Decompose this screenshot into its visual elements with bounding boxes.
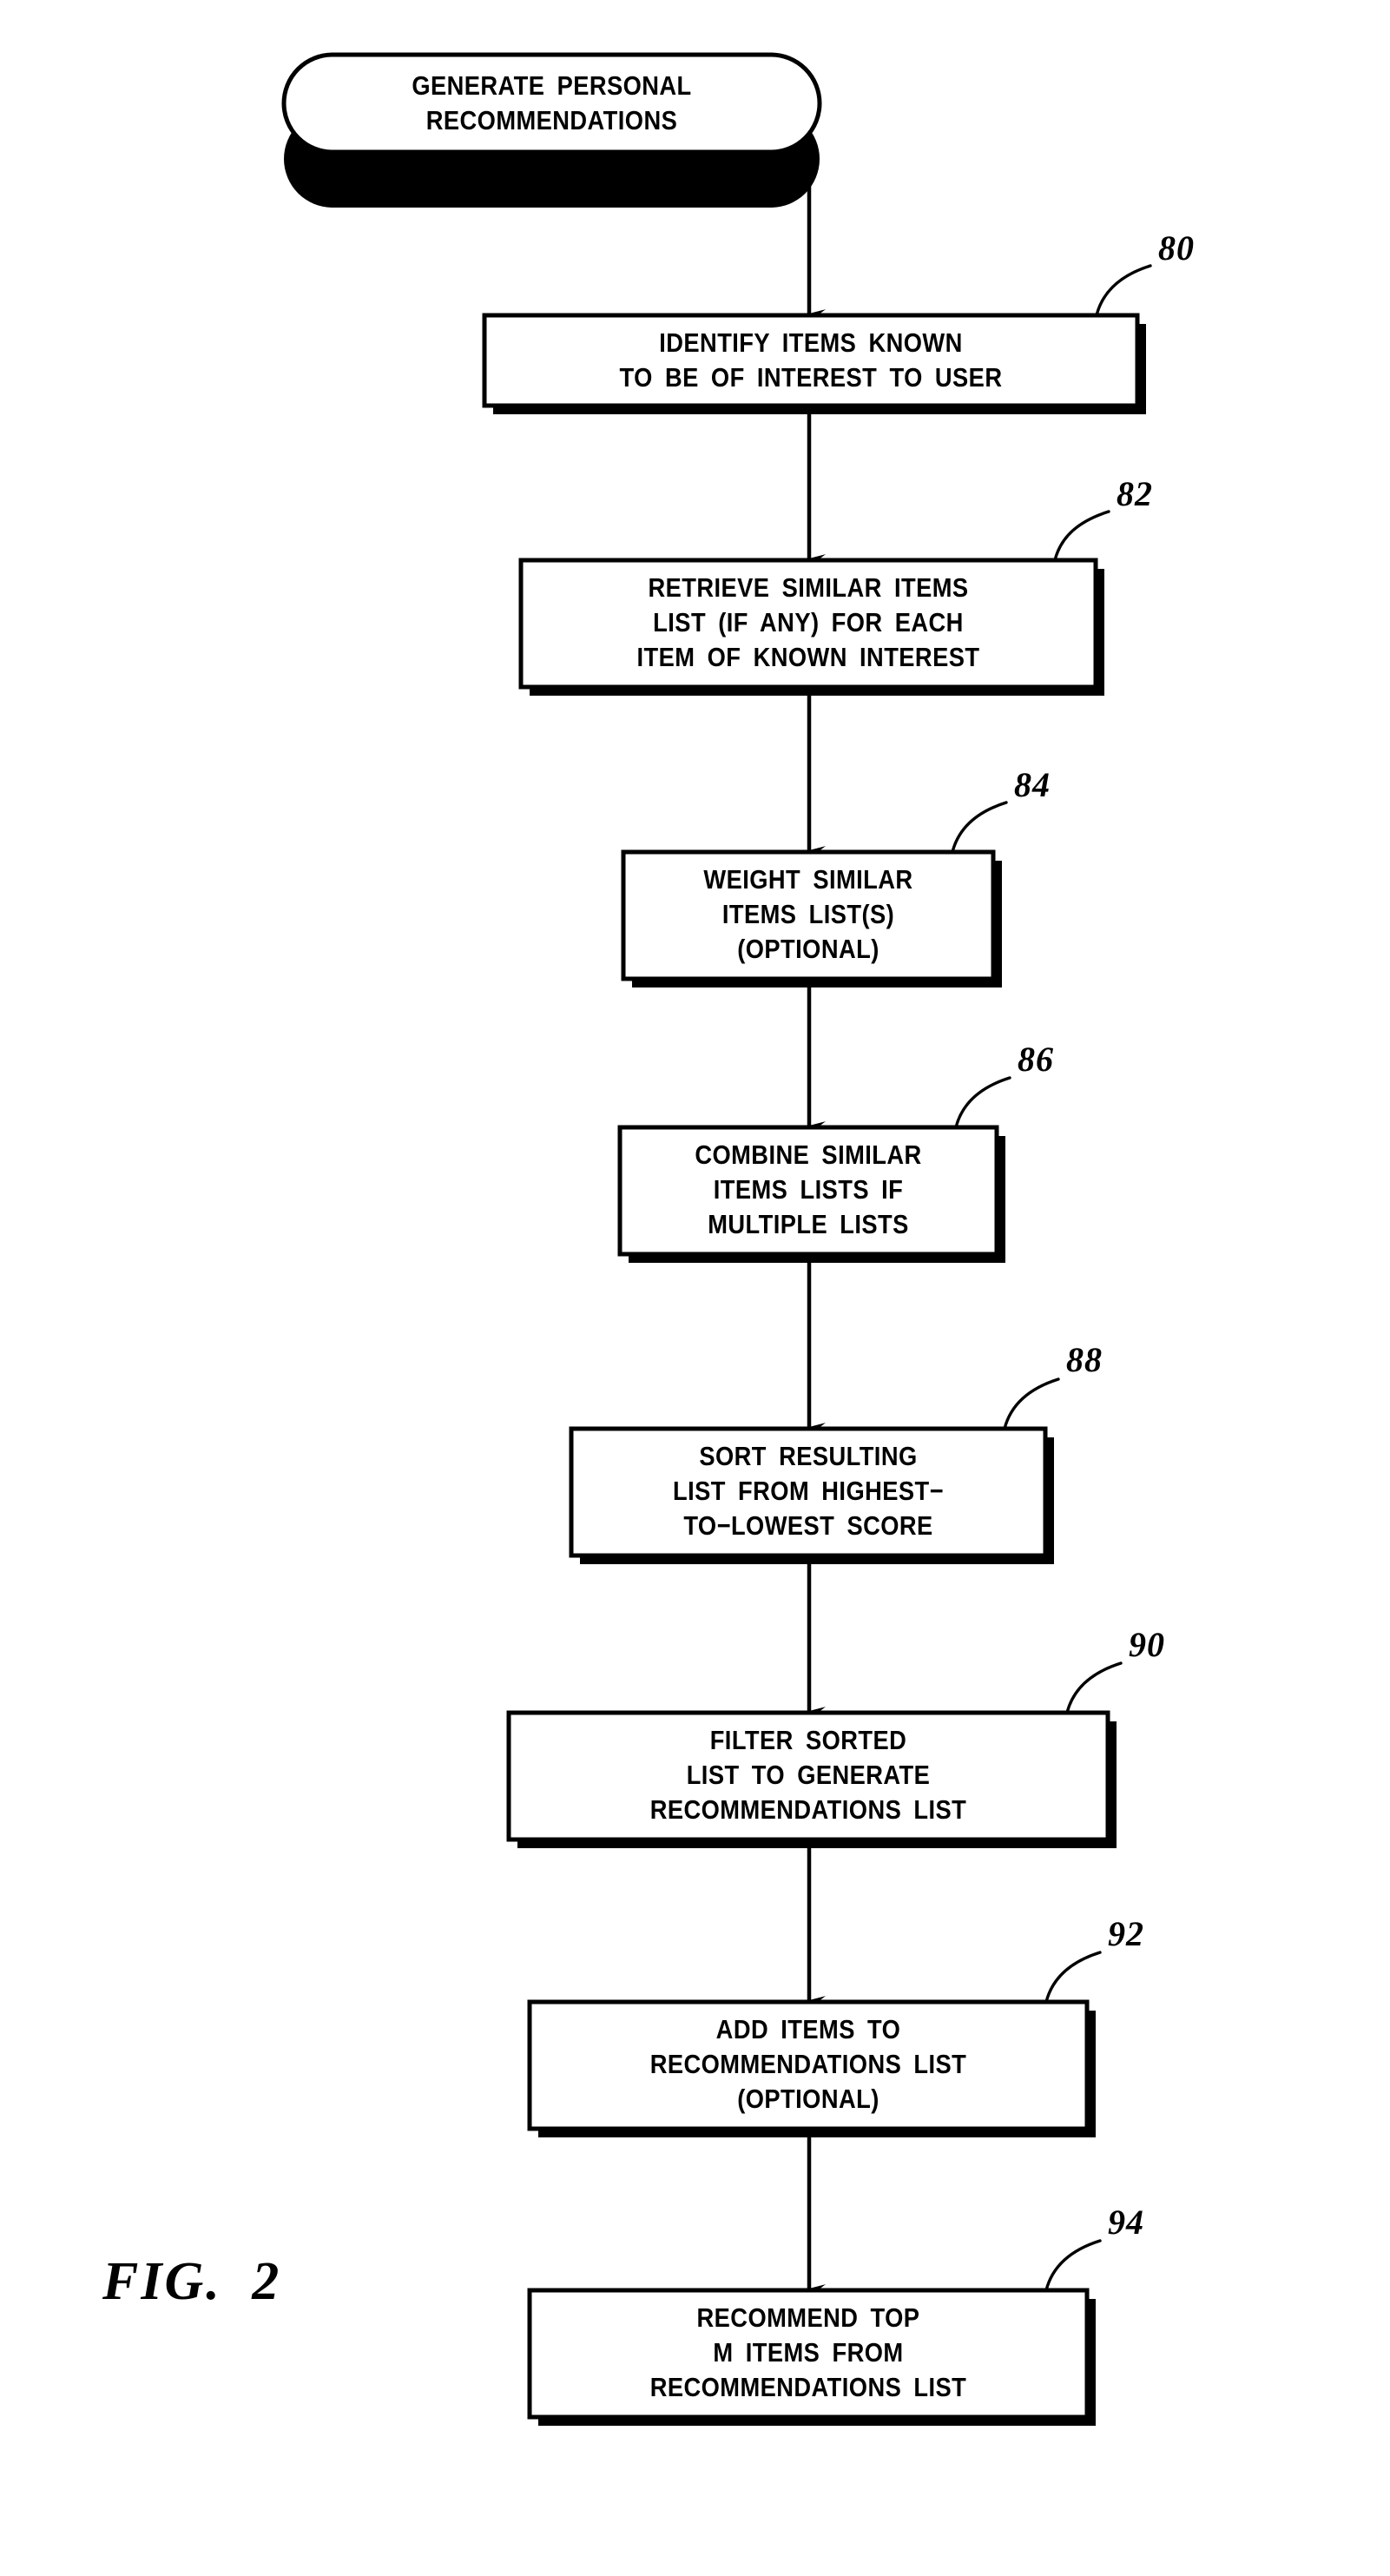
- leader-94: [1044, 2239, 1102, 2292]
- node-start-shape: [281, 52, 822, 155]
- leader-86: [954, 1076, 1011, 1129]
- leader-82: [1053, 510, 1110, 562]
- leader-80: [1095, 264, 1152, 317]
- node-84-shape: [621, 849, 996, 981]
- ref-numeral-84: 84: [1014, 765, 1051, 804]
- leader-84: [951, 801, 1008, 854]
- ref-numeral-86: 86: [1018, 1040, 1054, 1079]
- node-90-shape: [506, 1710, 1110, 1842]
- node-80-shape: [482, 313, 1140, 408]
- leader-88: [1003, 1377, 1060, 1430]
- node-92-shape: [527, 1999, 1090, 2131]
- ref-numeral-88: 88: [1066, 1340, 1103, 1379]
- figure-canvas: GENERATE PERSONAL RECOMMENDATIONS IDENTI…: [0, 0, 1390, 2576]
- figure-caption: FIG. 2: [102, 2252, 282, 2311]
- flowchart-svg: [281, 52, 1152, 2426]
- ref-numeral-90: 90: [1129, 1625, 1165, 1664]
- ref-numeral-94: 94: [1108, 2203, 1144, 2242]
- node-82-shape: [518, 558, 1098, 690]
- node-94-shape: [527, 2288, 1090, 2420]
- ref-numeral-80: 80: [1158, 228, 1195, 268]
- node-86-shape: [617, 1125, 999, 1257]
- ref-numeral-82: 82: [1117, 474, 1153, 513]
- leader-92: [1044, 1951, 1102, 2004]
- ref-numeral-92: 92: [1108, 1914, 1144, 1953]
- node-88-shape: [569, 1426, 1048, 1558]
- leader-90: [1065, 1661, 1123, 1714]
